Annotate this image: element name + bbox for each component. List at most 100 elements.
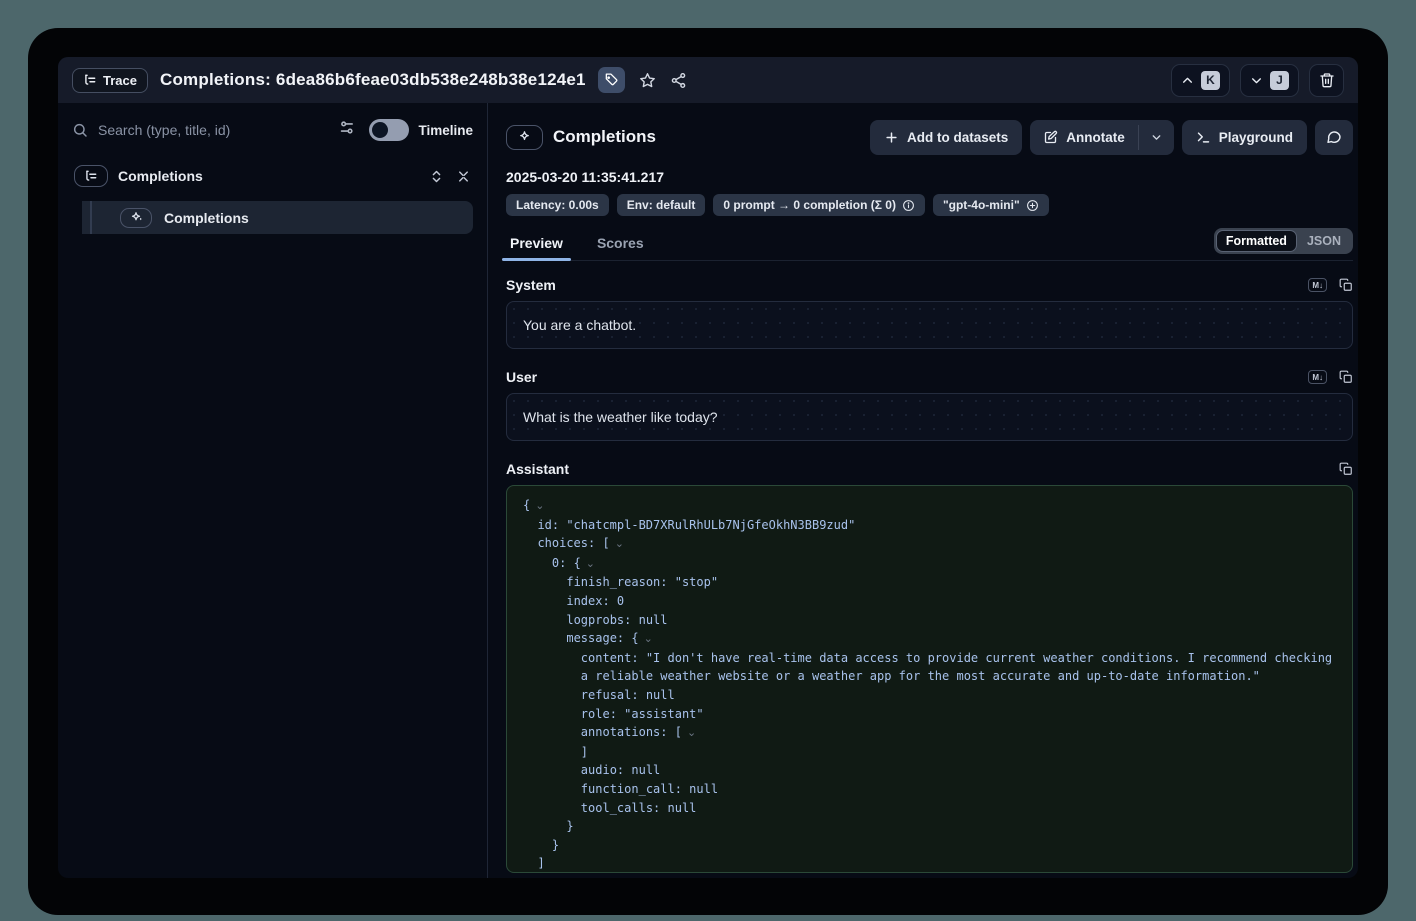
- tag-button[interactable]: [598, 67, 625, 93]
- metric-badge: 0 prompt → 0 completion (Σ 0): [713, 194, 925, 216]
- search-icon: [72, 122, 88, 138]
- trace-tree-sidebar: Timeline Completions: [58, 103, 488, 878]
- system-message-box: You are a chatbot.: [506, 301, 1353, 349]
- playground-label: Playground: [1219, 130, 1293, 145]
- tab-preview[interactable]: Preview: [506, 229, 567, 260]
- collapse-node-icon[interactable]: ⌄: [535, 500, 544, 512]
- collapse-node-icon[interactable]: ⌄: [586, 558, 595, 570]
- info-icon[interactable]: [902, 199, 915, 212]
- add-to-datasets-label: Add to datasets: [907, 130, 1008, 145]
- metric-badge: Env: default: [617, 194, 706, 216]
- copy-icon[interactable]: [1339, 278, 1353, 292]
- metric-badge: "gpt-4o-mini": [933, 194, 1049, 216]
- timeline-toggle[interactable]: [369, 119, 409, 141]
- copy-icon[interactable]: [1339, 370, 1353, 384]
- annotate-dropdown-button[interactable]: [1139, 120, 1174, 155]
- observation-timestamp: 2025-03-20 11:35:41.217: [506, 169, 1353, 185]
- markdown-toggle-icon[interactable]: M↓: [1308, 278, 1327, 292]
- json-line: audio: null: [523, 761, 1336, 780]
- tree-item-trace-root[interactable]: Completions: [72, 165, 473, 187]
- json-line: refusal: null: [523, 686, 1336, 705]
- assistant-section-header: Assistant: [506, 461, 1353, 477]
- top-header-bar: Trace Completions: 6dea86b6feae03db538e2…: [58, 57, 1358, 103]
- trace-badge-label: Trace: [103, 73, 137, 88]
- search-input[interactable]: [98, 122, 332, 138]
- assistant-section-title: Assistant: [506, 461, 569, 477]
- user-message-box: What is the weather like today?: [506, 393, 1353, 441]
- json-line: ]: [523, 743, 1336, 762]
- circle-plus-icon[interactable]: [1026, 199, 1039, 212]
- json-line: {⌄: [523, 496, 1336, 516]
- format-toggle: Formatted JSON: [1214, 228, 1353, 254]
- json-line: choices: [⌄: [523, 534, 1336, 554]
- format-toggle-formatted[interactable]: Formatted: [1216, 230, 1297, 252]
- markdown-toggle-icon[interactable]: M↓: [1308, 370, 1327, 384]
- expand-all-icon[interactable]: [429, 169, 444, 184]
- user-section-title: User: [506, 369, 537, 385]
- metric-badge-label: 0 prompt → 0 completion (Σ 0): [723, 198, 896, 212]
- nav-next-button[interactable]: J: [1240, 64, 1299, 97]
- annotate-label: Annotate: [1066, 130, 1125, 145]
- trace-type-badge: Trace: [72, 68, 148, 93]
- json-line: }: [523, 836, 1336, 855]
- app-container: Trace Completions: 6dea86b6feae03db538e2…: [58, 57, 1358, 878]
- tab-scores[interactable]: Scores: [593, 229, 648, 260]
- chevron-down-icon: [1250, 74, 1263, 87]
- annotate-button[interactable]: Annotate: [1030, 120, 1138, 155]
- json-line: ]: [523, 854, 1336, 873]
- toggle-knob: [372, 122, 388, 138]
- observation-title-row: Completions Add to datasets Annotate: [506, 119, 1353, 155]
- trash-icon: [1319, 72, 1335, 88]
- tree-root-label: Completions: [118, 168, 203, 184]
- collapse-node-icon[interactable]: ⌄: [615, 538, 624, 550]
- copy-icon[interactable]: [1339, 462, 1353, 476]
- comment-bubble-icon: [1326, 129, 1342, 145]
- trace-tree-icon: [74, 165, 108, 187]
- keycap-j: J: [1270, 71, 1289, 90]
- format-toggle-json[interactable]: JSON: [1297, 230, 1351, 252]
- filter-settings-icon[interactable]: [338, 119, 355, 141]
- app-body: Timeline Completions: [58, 103, 1358, 878]
- comments-button[interactable]: [1315, 120, 1353, 155]
- json-line: role: "assistant": [523, 705, 1336, 724]
- delete-trace-button[interactable]: [1309, 64, 1344, 97]
- terminal-icon: [1196, 130, 1211, 145]
- annotate-split-button: Annotate: [1030, 120, 1174, 155]
- json-line: logprobs: null: [523, 611, 1336, 630]
- system-section-header: System M↓: [506, 277, 1353, 293]
- json-line: 0: {⌄: [523, 554, 1336, 574]
- metric-badge-label: Env: default: [627, 198, 696, 212]
- share-icon[interactable]: [670, 72, 687, 89]
- json-line: function_call: null: [523, 780, 1336, 799]
- json-line: message: {⌄: [523, 629, 1336, 649]
- json-line: index: 0: [523, 592, 1336, 611]
- playground-button[interactable]: Playground: [1182, 120, 1307, 155]
- app-window: Trace Completions: 6dea86b6feae03db538e2…: [28, 28, 1388, 915]
- collapse-node-icon[interactable]: ⌄: [687, 727, 696, 739]
- chevron-down-icon: [1150, 131, 1163, 144]
- detail-tabs: Preview Scores Formatted JSON: [506, 228, 1353, 261]
- plus-icon: [884, 130, 899, 145]
- generation-icon: [120, 208, 152, 228]
- observation-title: Completions: [553, 127, 656, 147]
- collapse-all-icon[interactable]: [456, 169, 471, 184]
- page-title: Completions: 6dea86b6feae03db538e248b38e…: [160, 70, 586, 90]
- observation-detail-panel: Completions Add to datasets Annotate: [488, 103, 1358, 878]
- sidebar-search-row: Timeline: [72, 119, 473, 141]
- star-icon[interactable]: [639, 72, 656, 89]
- add-to-datasets-button[interactable]: Add to datasets: [870, 120, 1022, 155]
- user-section-header: User M↓: [506, 369, 1353, 385]
- nav-previous-button[interactable]: K: [1171, 64, 1230, 97]
- tree-item-generation-selected[interactable]: Completions: [82, 201, 473, 234]
- system-section-title: System: [506, 277, 556, 293]
- metric-badges-row: Latency: 0.00s Env: default 0 prompt → 0 c…: [506, 194, 1353, 216]
- trace-tree-icon: [83, 73, 97, 87]
- edit-icon: [1043, 130, 1058, 145]
- json-line: id: "chatcmpl-BD7XRulRhULb7NjGfeOkhN3BB9…: [523, 516, 1336, 535]
- json-line: finish_reason: "stop": [523, 573, 1336, 592]
- chevron-up-icon: [1181, 74, 1194, 87]
- metric-badge-label: Latency: 0.00s: [516, 198, 599, 212]
- assistant-output-json-viewer: {⌄id: "chatcmpl-BD7XRulRhULb7NjGfeOkhN3B…: [506, 485, 1353, 873]
- collapse-node-icon[interactable]: ⌄: [644, 633, 653, 645]
- json-line: content: "I don't have real-time data ac…: [523, 649, 1336, 686]
